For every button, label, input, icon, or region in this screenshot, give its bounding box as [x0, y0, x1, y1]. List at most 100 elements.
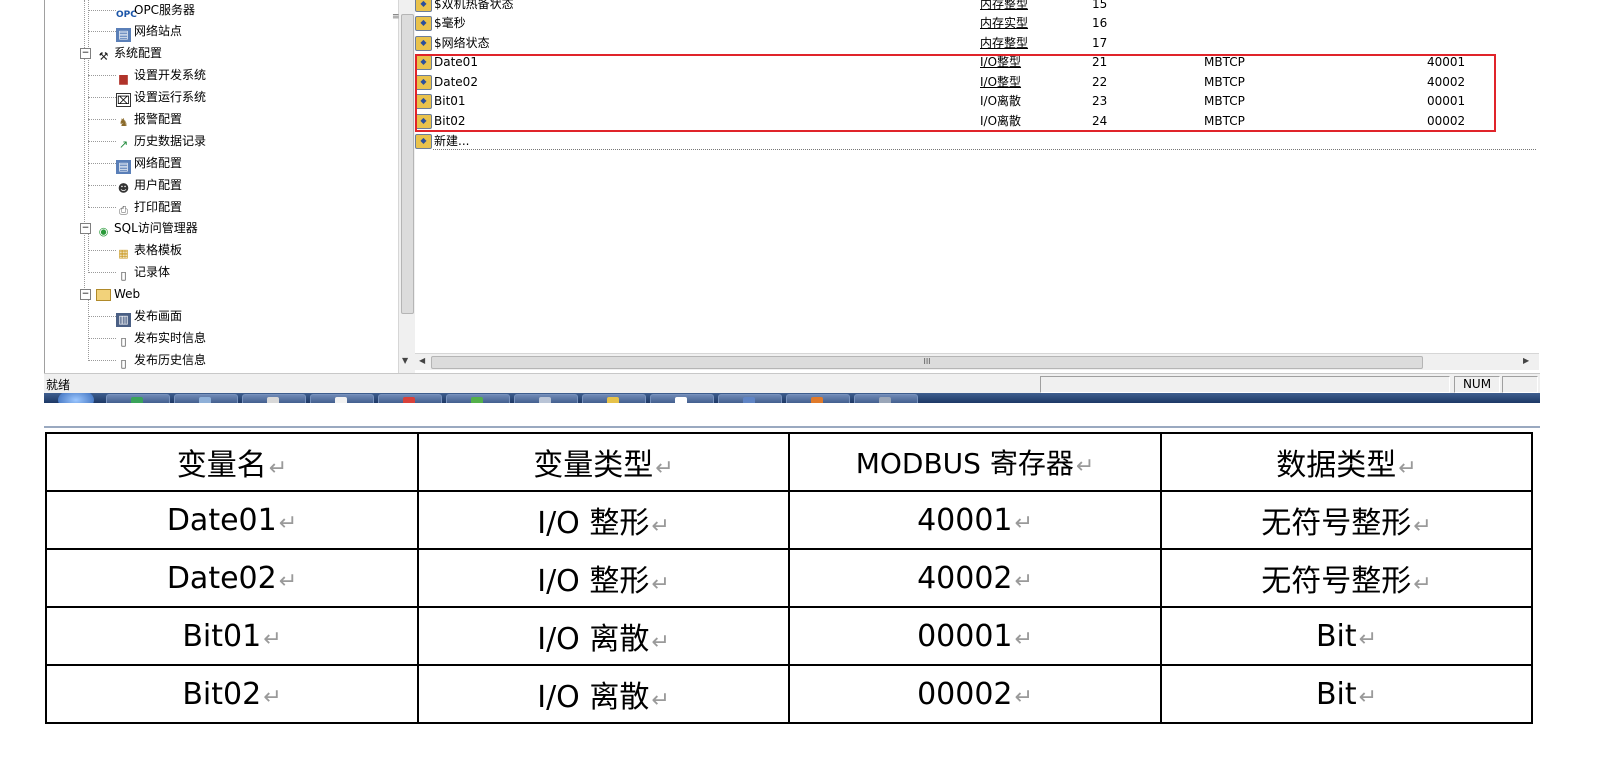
- taskbar-button[interactable]: [514, 394, 578, 403]
- app-icon: [811, 397, 823, 403]
- table-row: Bit02↵ I/O 离散↵ 00002↵ Bit↵: [45, 664, 1533, 724]
- scroll-down-arrow-icon[interactable]: ▼: [402, 356, 408, 365]
- taskbar-button[interactable]: [310, 394, 374, 403]
- tree-item-alarm-config[interactable]: ♞ 报警配置: [116, 109, 182, 129]
- header-cell: 变量名↵: [45, 432, 419, 492]
- collapse-icon[interactable]: −: [80, 223, 91, 234]
- table-cell: Date01↵: [45, 490, 419, 550]
- highlight-box: [415, 54, 1496, 132]
- scroll-right-arrow-icon[interactable]: ▶: [1523, 356, 1529, 365]
- taskbar-button[interactable]: [786, 394, 850, 403]
- table-cell: I/O 离散↵: [417, 664, 790, 724]
- taskbar-button[interactable]: [106, 394, 170, 403]
- tree-item-system-config[interactable]: ⚒ 系统配置: [96, 43, 162, 63]
- status-bar: 就绪 NUM: [44, 373, 1540, 394]
- user-icon: ☻: [117, 182, 130, 195]
- scroll-left-arrow-icon[interactable]: ◀: [419, 356, 425, 365]
- variable-list: ◆ $双机热备状态 内存整型 15 ◆ $毫秒 内存实型 16 ◆ $网络状态 …: [415, 0, 1539, 353]
- taskbar-button[interactable]: [446, 394, 510, 403]
- tree-item-publish-screen[interactable]: ▥ 发布画面: [116, 306, 182, 327]
- tree-item-network-station[interactable]: ▤ 网络站点: [116, 21, 182, 42]
- tree-item-network-config[interactable]: ▤ 网络配置: [116, 153, 182, 174]
- kingview-project-window: − − − OPCOPC服务器 ▤ 网络站点 ⚒ 系统配置 ▆ 设置开发系统 ⌧ 设置运…: [0, 0, 1614, 410]
- app-icon: [879, 397, 891, 403]
- table-cell: I/O 整形↵: [417, 548, 790, 608]
- collapse-icon[interactable]: −: [80, 289, 91, 300]
- tree-vertical-scrollbar[interactable]: ≡ ▼: [392, 0, 415, 376]
- variable-icon: ◆: [415, 0, 432, 12]
- table-cell: Bit01↵: [45, 606, 419, 666]
- table-cell: 00002↵: [788, 664, 1162, 724]
- tree-item-opc-server[interactable]: OPCOPC服务器: [116, 0, 195, 20]
- tools-icon: ⚒: [98, 50, 109, 63]
- tree-item-history[interactable]: ↗ 历史数据记录: [116, 131, 206, 151]
- table-cell: 无符号整形↵: [1160, 548, 1533, 608]
- document-icon: ▯: [120, 357, 127, 370]
- tree-item-user-config[interactable]: ☻ 用户配置: [116, 175, 182, 195]
- table-cell: 00001↵: [788, 606, 1162, 666]
- table-header-row: 变量名↵ 变量类型↵ MODBUS 寄存器↵ 数据类型↵: [45, 432, 1533, 492]
- app-icon: [471, 397, 483, 403]
- header-cell: MODBUS 寄存器↵: [788, 432, 1162, 492]
- list-item[interactable]: ◆ $双机热备状态 内存整型 15: [415, 0, 1539, 14]
- taskbar-button[interactable]: [650, 394, 714, 403]
- tree-item-sql-manager[interactable]: ◉ SQL访问管理器: [96, 218, 198, 238]
- status-panel: [1502, 376, 1538, 393]
- tree-item-publish-realtime[interactable]: ▯ 发布实时信息: [116, 328, 206, 348]
- taskbar-button[interactable]: [174, 394, 238, 403]
- new-item-focus-line: [433, 149, 1536, 150]
- table-cell: 40002↵: [788, 548, 1162, 608]
- tree-item-print-config[interactable]: ⎙ 打印配置: [116, 197, 182, 217]
- variable-icon: ◆: [415, 16, 432, 31]
- taskbar-button[interactable]: [582, 394, 646, 403]
- table-row: Bit01↵ I/O 离散↵ 00001↵ Bit↵: [45, 606, 1533, 666]
- app-icon: [267, 397, 279, 403]
- variable-icon: ◆: [415, 134, 432, 149]
- taskbar-button[interactable]: [718, 394, 782, 403]
- new-variable-item[interactable]: ◆ 新建...: [415, 131, 1539, 151]
- table-cell: I/O 整形↵: [417, 490, 790, 550]
- scrollbar-thumb[interactable]: III: [431, 356, 1423, 369]
- scrollbar-thumb[interactable]: [401, 14, 414, 314]
- table-row: Date02↵ I/O 整形↵ 40002↵ 无符号整形↵: [45, 548, 1533, 608]
- list-item[interactable]: ◆ $网络状态 内存整型 17: [415, 33, 1539, 53]
- list-item[interactable]: ◆ $毫秒 内存实型 16: [415, 13, 1539, 33]
- scrollbar-grip: III: [923, 357, 931, 366]
- start-button[interactable]: [58, 393, 94, 403]
- taskbar: [44, 393, 1540, 403]
- table-template-icon: ▦: [118, 247, 129, 260]
- status-panel: [1040, 376, 1450, 393]
- history-icon: ↗: [118, 138, 129, 151]
- project-tree: − − − OPCOPC服务器 ▤ 网络站点 ⚒ 系统配置 ▆ 设置开发系统 ⌧ 设置运…: [48, 0, 408, 376]
- tree-item-run-system[interactable]: ⌧ 设置运行系统: [116, 87, 206, 107]
- app-icon: [199, 397, 211, 403]
- app-icon: [335, 397, 347, 403]
- table-row: Date01↵ I/O 整形↵ 40001↵ 无符号整形↵: [45, 490, 1533, 550]
- collapse-icon[interactable]: −: [80, 48, 91, 59]
- tree-item-table-template[interactable]: ▦ 表格模板: [116, 240, 182, 260]
- app-icon: [131, 397, 143, 403]
- taskbar-button[interactable]: [854, 394, 918, 403]
- tree-item-publish-history[interactable]: ▯ 发布历史信息: [116, 350, 206, 370]
- app-icon: [675, 397, 687, 403]
- variable-mapping-table: 变量名↵ 变量类型↵ MODBUS 寄存器↵ 数据类型↵ Date01↵ I/O…: [45, 432, 1533, 724]
- table-cell: Bit02↵: [45, 664, 419, 724]
- table-cell: Date02↵: [45, 548, 419, 608]
- table-cell: I/O 离散↵: [417, 606, 790, 666]
- network-station-icon: ▤: [116, 28, 131, 42]
- app-icon: [403, 397, 415, 403]
- tree-item-web[interactable]: Web: [96, 284, 140, 304]
- grip-icon: ≡: [392, 12, 400, 22]
- taskbar-button[interactable]: [378, 394, 442, 403]
- run-system-icon: ⌧: [116, 93, 131, 107]
- list-horizontal-scrollbar[interactable]: ◀ III ▶: [415, 353, 1539, 370]
- tree-item-record[interactable]: ▯ 记录体: [116, 262, 170, 282]
- dev-system-icon: ▆: [119, 72, 128, 85]
- status-text: 就绪: [46, 378, 71, 392]
- header-cell: 变量类型↵: [417, 432, 790, 492]
- table-cell: 40001↵: [788, 490, 1162, 550]
- num-lock-indicator: NUM: [1454, 376, 1500, 393]
- app-icon: [743, 397, 755, 403]
- tree-item-dev-system[interactable]: ▆ 设置开发系统: [116, 65, 206, 85]
- taskbar-button[interactable]: [242, 394, 306, 403]
